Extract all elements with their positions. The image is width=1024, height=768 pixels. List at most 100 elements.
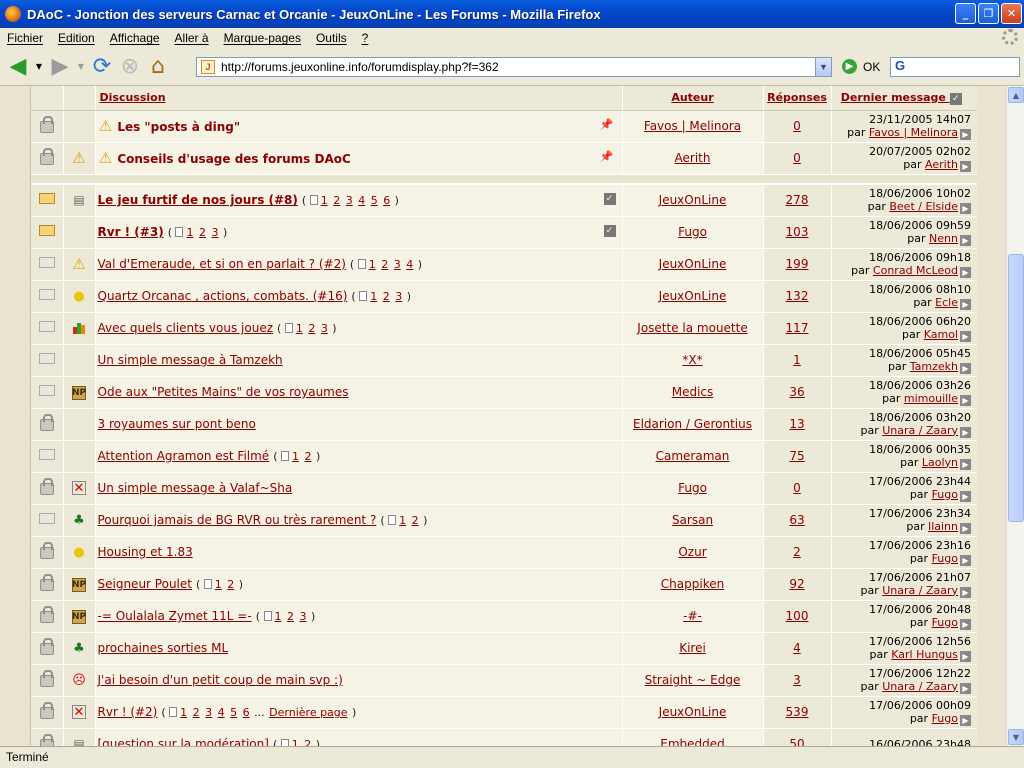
page-link[interactable]: 1 [370, 290, 377, 303]
goto-last-post-icon[interactable]: ▶ [960, 266, 971, 278]
author-link[interactable]: Straight ~ Edge [645, 673, 741, 687]
goto-last-post-icon[interactable]: ▶ [960, 618, 971, 630]
last-page-link[interactable]: Dernière page [269, 706, 347, 719]
close-button[interactable]: ✕ [1001, 3, 1022, 24]
last-poster-link[interactable]: Aerith [925, 158, 958, 171]
topic-title-link[interactable]: Seigneur Poulet [98, 577, 192, 591]
last-poster-link[interactable]: Conrad McLeod [873, 264, 958, 277]
goto-last-post-icon[interactable]: ▶ [960, 202, 971, 214]
page-link[interactable]: 6 [243, 706, 250, 719]
back-icon[interactable]: ◀ [4, 53, 32, 81]
vertical-scrollbar[interactable]: ▲ ▼ [1006, 86, 1024, 746]
goto-last-post-icon[interactable]: ▶ [960, 650, 971, 662]
home-icon[interactable]: ⌂ [144, 53, 172, 81]
header-reponses[interactable]: Réponses [763, 86, 832, 111]
goto-last-post-icon[interactable]: ▶ [960, 160, 971, 172]
replies-link[interactable]: 50 [789, 737, 804, 746]
topic-title-link[interactable]: Attention Agramon est Filmé [98, 449, 270, 463]
goto-last-post-icon[interactable]: ▶ [960, 362, 971, 374]
last-poster-link[interactable]: Fugo [932, 552, 958, 565]
announcement-title[interactable]: Les "posts à ding" [117, 120, 240, 134]
url-bar[interactable]: J http://forums.jeuxonline.info/forumdis… [196, 57, 832, 77]
last-poster-link[interactable]: Ecle [935, 296, 958, 309]
header-discussion[interactable]: Discussion [95, 86, 623, 111]
menu-aller[interactable]: Aller à [168, 31, 217, 45]
page-link[interactable]: 1 [292, 738, 299, 746]
last-poster-link[interactable]: llainn [928, 520, 958, 533]
replies-link[interactable]: 117 [786, 321, 809, 335]
last-poster-link[interactable]: Fugo [932, 616, 958, 629]
author-link[interactable]: Sarsan [672, 513, 713, 527]
topic-title-link[interactable]: [question sur la modération] [98, 737, 269, 746]
header-auteur[interactable]: Auteur [622, 86, 764, 111]
page-link[interactable]: 3 [211, 226, 218, 239]
page-link[interactable]: 3 [346, 194, 353, 207]
replies-link[interactable]: 0 [793, 481, 801, 495]
topic-title-link[interactable]: Un simple message à Valaf~Sha [98, 481, 293, 495]
replies-link[interactable]: 2 [793, 545, 801, 559]
page-link[interactable]: 1 [399, 514, 406, 527]
menu-affichage[interactable]: Affichage [103, 31, 168, 45]
replies-link[interactable]: 3 [793, 673, 801, 687]
last-poster-link[interactable]: mimouille [904, 392, 958, 405]
last-poster-link[interactable]: Fugo [932, 712, 958, 725]
author-link[interactable]: Medics [672, 385, 714, 399]
scroll-up-icon[interactable]: ▲ [1008, 87, 1024, 103]
page-link[interactable]: 3 [205, 706, 212, 719]
page-link[interactable]: 2 [304, 450, 311, 463]
topic-title-link[interactable]: Avec quels clients vous jouez [98, 321, 274, 335]
page-link[interactable]: 2 [381, 258, 388, 271]
last-poster-link[interactable]: Unara / Zaary [882, 680, 958, 693]
page-link[interactable]: 3 [395, 290, 402, 303]
goto-last-post-icon[interactable]: ▶ [960, 394, 971, 406]
author-link[interactable]: Favos | Melinora [644, 119, 741, 133]
last-poster-link[interactable]: Kamol [924, 328, 958, 341]
page-link[interactable]: 3 [321, 322, 328, 335]
page-link[interactable]: 2 [287, 610, 294, 623]
topic-title-link[interactable]: Quartz Orcanac , actions, combats. (#16) [98, 289, 348, 303]
page-link[interactable]: 6 [383, 194, 390, 207]
author-link[interactable]: -#- [683, 609, 702, 623]
page-link[interactable]: 1 [321, 194, 328, 207]
go-button[interactable]: ▶ OK [842, 59, 880, 74]
menu-edition[interactable]: Edition [51, 31, 103, 45]
goto-last-post-icon[interactable]: ▶ [960, 490, 971, 502]
last-poster-link[interactable]: Nenn [929, 232, 958, 245]
page-link[interactable]: 5 [371, 194, 378, 207]
replies-link[interactable]: 100 [786, 609, 809, 623]
topic-title-link[interactable]: Val d'Emeraude, et si on en parlait ? (#… [98, 257, 346, 271]
topic-title-link[interactable]: Rvr ! (#2) [98, 705, 158, 719]
author-link[interactable]: Embedded [660, 737, 725, 746]
replies-link[interactable]: 278 [786, 193, 809, 207]
stop-icon[interactable]: ⊗ [116, 53, 144, 81]
page-link[interactable]: 4 [358, 194, 365, 207]
author-link[interactable]: JeuxOnLine [659, 257, 727, 271]
goto-last-post-icon[interactable]: ▶ [960, 714, 971, 726]
page-link[interactable]: 3 [300, 610, 307, 623]
minimize-button[interactable]: _ [955, 3, 976, 24]
last-poster-link[interactable]: Laolyn [922, 456, 958, 469]
topic-title-link[interactable]: prochaines sorties ML [98, 641, 229, 655]
page-link[interactable]: 4 [406, 258, 413, 271]
goto-last-post-icon[interactable]: ▶ [960, 458, 971, 470]
author-link[interactable]: *X* [682, 353, 702, 367]
url-dropdown-icon[interactable]: ▼ [815, 58, 831, 76]
author-link[interactable]: JeuxOnLine [659, 705, 727, 719]
author-link[interactable]: Fugo [678, 481, 707, 495]
goto-last-post-icon[interactable]: ▶ [960, 128, 971, 140]
goto-last-post-icon[interactable]: ▶ [960, 426, 971, 438]
page-link[interactable]: 2 [193, 706, 200, 719]
last-poster-link[interactable]: Tamzekh [910, 360, 958, 373]
last-poster-link[interactable]: Unara / Zaary [882, 584, 958, 597]
author-link[interactable]: JeuxOnLine [659, 193, 727, 207]
author-link[interactable]: Josette la mouette [637, 321, 747, 335]
page-link[interactable]: 1 [369, 258, 376, 271]
replies-link[interactable]: 92 [789, 577, 804, 591]
page-link[interactable]: 1 [215, 578, 222, 591]
author-link[interactable]: Ozur [678, 545, 706, 559]
topic-title-link[interactable]: Un simple message à Tamzekh [98, 353, 283, 367]
replies-link[interactable]: 539 [786, 705, 809, 719]
page-link[interactable]: 2 [308, 322, 315, 335]
goto-last-post-icon[interactable]: ▶ [960, 330, 971, 342]
page-link[interactable]: 2 [304, 738, 311, 746]
